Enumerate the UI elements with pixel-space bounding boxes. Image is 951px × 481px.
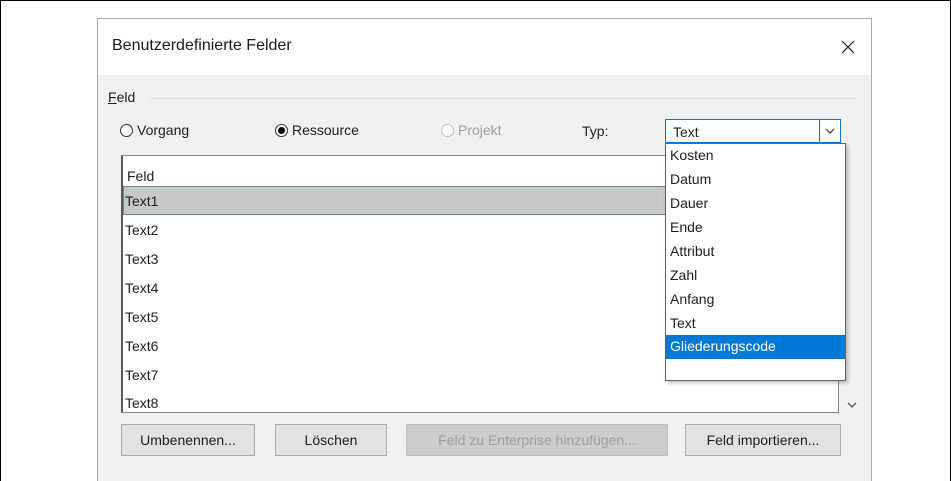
- radio-label: Vorgang: [137, 122, 190, 138]
- rename-button[interactable]: Umbenennen...: [121, 424, 255, 456]
- group-divider: [150, 98, 857, 99]
- field-group-label: Feld: [108, 89, 136, 105]
- radio-label: Ressource: [292, 122, 359, 138]
- column-header-label: Feld: [127, 168, 155, 184]
- dropdown-option-dauer[interactable]: Dauer: [666, 192, 845, 216]
- radio-projekt[interactable]: Projekt: [441, 122, 502, 138]
- chevron-down-icon[interactable]: [819, 120, 840, 142]
- add-to-enterprise-button[interactable]: Feld zu Enterprise hinzufügen...: [406, 424, 668, 456]
- dropdown-option-gliederungscode[interactable]: Gliederungscode: [666, 335, 845, 359]
- dropdown-option-ende[interactable]: Ende: [666, 216, 845, 240]
- dropdown-option-zahl[interactable]: Zahl: [666, 264, 845, 288]
- dropdown-option-anfang[interactable]: Anfang: [666, 288, 845, 312]
- import-field-button[interactable]: Feld importieren...: [685, 424, 841, 456]
- radio-circle: [441, 123, 454, 137]
- scroll-down-icon[interactable]: [845, 398, 859, 412]
- dropdown-option-datum[interactable]: Datum: [666, 168, 845, 192]
- list-item[interactable]: Text8: [123, 388, 838, 412]
- type-dropdown-list[interactable]: Kosten Datum Dauer Ende Attribut Zahl An…: [665, 143, 846, 381]
- radio-circle: [275, 123, 288, 137]
- radio-circle: [120, 123, 133, 137]
- radio-label: Projekt: [458, 122, 502, 138]
- dropdown-option-text[interactable]: Text: [666, 312, 845, 336]
- dropdown-option-kosten[interactable]: Kosten: [666, 144, 845, 168]
- custom-fields-dialog: Benutzerdefinierte Felder Feld Vorgang R…: [97, 18, 872, 481]
- delete-button[interactable]: Löschen: [275, 424, 387, 456]
- radio-ressource[interactable]: Ressource: [275, 122, 359, 138]
- title-bar: Benutzerdefinierte Felder: [98, 19, 871, 75]
- type-select[interactable]: Text: [665, 119, 841, 143]
- type-select-value: Text: [673, 124, 699, 140]
- type-label: Typ:: [582, 123, 609, 139]
- dialog-title: Benutzerdefinierte Felder: [112, 37, 292, 54]
- close-button[interactable]: [825, 19, 871, 75]
- radio-vorgang[interactable]: Vorgang: [120, 122, 189, 138]
- dropdown-option-attribut[interactable]: Attribut: [666, 240, 845, 264]
- close-icon: [841, 40, 855, 54]
